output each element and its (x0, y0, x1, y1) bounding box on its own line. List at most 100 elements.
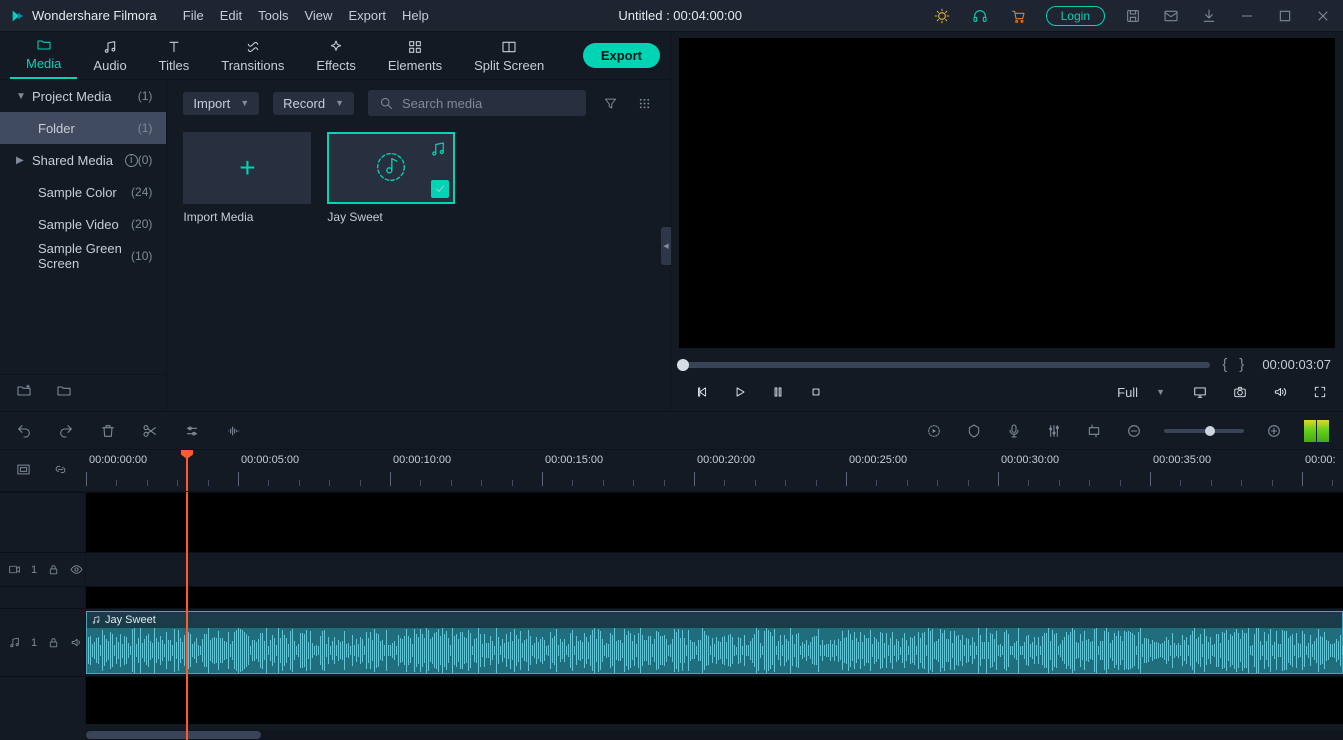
grid-view-icon[interactable] (634, 93, 654, 113)
redo-button[interactable] (56, 421, 76, 441)
scrub-bar[interactable] (683, 362, 1210, 368)
snapshot-icon[interactable] (1229, 381, 1251, 403)
audio-track-content[interactable]: Jay Sweet (86, 609, 1343, 676)
voiceover-icon[interactable] (1004, 421, 1024, 441)
main-split: Media Audio Titles Transitions Effects E… (0, 32, 1343, 412)
audio-clip-jay-sweet[interactable]: Jay Sweet (86, 611, 1343, 674)
export-button[interactable]: Export (583, 43, 660, 68)
filter-icon[interactable] (600, 93, 620, 113)
media-tile-jay-sweet[interactable]: Jay Sweet (327, 132, 455, 224)
message-icon[interactable] (1161, 6, 1181, 26)
lock-icon[interactable] (47, 563, 60, 577)
record-dropdown[interactable]: Record▼ (273, 92, 354, 115)
sidebar-item-folder[interactable]: Folder (1) (0, 112, 166, 144)
fullscreen-icon[interactable] (1309, 381, 1331, 403)
panel-collapse-handle[interactable] (661, 227, 671, 265)
cart-icon[interactable] (1008, 6, 1028, 26)
speaker-icon[interactable] (70, 636, 83, 650)
menu-edit[interactable]: Edit (220, 8, 242, 23)
titlebar-right: Login (932, 6, 1333, 26)
tab-titles[interactable]: Titles (143, 34, 206, 79)
video-track-content[interactable] (86, 553, 1343, 586)
tab-transitions[interactable]: Transitions (205, 34, 300, 79)
headphones-icon[interactable] (970, 6, 990, 26)
audio-wave-button[interactable] (224, 421, 244, 441)
ruler-row: 00:00:00:0000:00:05:0000:00:10:0000:00:1… (0, 450, 1343, 492)
delete-button[interactable] (98, 421, 118, 441)
zoom-slider[interactable] (1164, 429, 1244, 433)
sidebar-item-sample-color[interactable]: Sample Color (24) (0, 176, 166, 208)
lock-icon[interactable] (47, 636, 60, 650)
sidebar-item-shared-media[interactable]: ▶ Shared Media i (0) (0, 144, 166, 176)
tab-effects[interactable]: Effects (300, 34, 372, 79)
chevron-right-icon: ▶ (16, 155, 28, 166)
tab-elements[interactable]: Elements (372, 34, 458, 79)
login-button[interactable]: Login (1046, 6, 1105, 26)
preview-quality-select[interactable]: Full▼ (1111, 383, 1171, 402)
track-manager-icon[interactable] (16, 462, 34, 480)
video-track-head: 1 (0, 553, 86, 586)
volume-icon[interactable] (1269, 381, 1291, 403)
playhead-line[interactable] (186, 492, 188, 740)
timeline-h-scrollbar[interactable] (86, 730, 1343, 740)
media-toolbar: Import▼ Record▼ (167, 80, 670, 126)
undo-button[interactable] (14, 421, 34, 441)
timeline-toolbar (0, 412, 1343, 450)
sidebar-item-sample-video[interactable]: Sample Video (20) (0, 208, 166, 240)
mark-out-icon[interactable]: } (1239, 356, 1244, 373)
prev-frame-button[interactable] (691, 381, 713, 403)
search-box[interactable] (368, 90, 586, 116)
scrollbar-thumb[interactable] (86, 731, 261, 739)
save-icon[interactable] (1123, 6, 1143, 26)
menu-file[interactable]: File (183, 8, 204, 23)
video-track-icon (8, 563, 21, 577)
scrub-knob[interactable] (677, 359, 689, 371)
menu-tools[interactable]: Tools (258, 8, 288, 23)
import-media-tile[interactable]: + Import Media (183, 132, 311, 224)
new-folder-icon[interactable] (16, 383, 34, 401)
stop-button[interactable] (805, 381, 827, 403)
import-dropdown[interactable]: Import▼ (183, 92, 259, 115)
split-button[interactable] (140, 421, 160, 441)
text-icon (165, 38, 183, 56)
menu-export[interactable]: Export (348, 8, 386, 23)
edit-settings-button[interactable] (182, 421, 202, 441)
search-input[interactable] (402, 96, 578, 111)
crop-icon[interactable] (1084, 421, 1104, 441)
render-preview-icon[interactable] (924, 421, 944, 441)
minimize-icon[interactable] (1237, 6, 1257, 26)
open-folder-icon[interactable] (56, 383, 74, 401)
audio-track-1[interactable]: 1 Jay Sweet (0, 608, 1343, 676)
zoom-in-icon[interactable] (1264, 421, 1284, 441)
close-icon[interactable] (1313, 6, 1333, 26)
video-track-1[interactable]: 1 (0, 552, 1343, 586)
play-button[interactable] (729, 381, 751, 403)
zoom-out-icon[interactable] (1124, 421, 1144, 441)
pause-button[interactable] (767, 381, 789, 403)
sparkle-icon (327, 38, 345, 56)
preview-viewport[interactable] (679, 38, 1335, 348)
tab-media[interactable]: Media (10, 32, 77, 79)
zoom-knob[interactable] (1205, 426, 1215, 436)
tips-icon[interactable] (932, 6, 952, 26)
playhead[interactable] (186, 450, 188, 491)
tab-audio[interactable]: Audio (77, 34, 142, 79)
display-icon[interactable] (1189, 381, 1211, 403)
tab-splitscreen[interactable]: Split Screen (458, 34, 560, 79)
track-spacer-bottom (0, 676, 1343, 724)
info-icon[interactable]: i (125, 154, 138, 167)
menu-view[interactable]: View (304, 8, 332, 23)
audio-mixer-icon[interactable] (1044, 421, 1064, 441)
maximize-icon[interactable] (1275, 6, 1295, 26)
download-icon[interactable] (1199, 6, 1219, 26)
eye-icon[interactable] (70, 563, 83, 577)
menu-help[interactable]: Help (402, 8, 429, 23)
link-icon[interactable] (53, 462, 71, 480)
marker-icon[interactable] (964, 421, 984, 441)
mark-in-icon[interactable]: { (1222, 356, 1227, 373)
audio-track-head: 1 (0, 609, 86, 676)
timeline-ruler[interactable]: 00:00:00:0000:00:05:0000:00:10:0000:00:1… (86, 450, 1343, 491)
sidebar-item-project-media[interactable]: ▼ Project Media (1) (0, 80, 166, 112)
audio-meter[interactable] (1304, 420, 1329, 442)
sidebar-item-sample-green-screen[interactable]: Sample Green Screen (10) (0, 240, 166, 272)
